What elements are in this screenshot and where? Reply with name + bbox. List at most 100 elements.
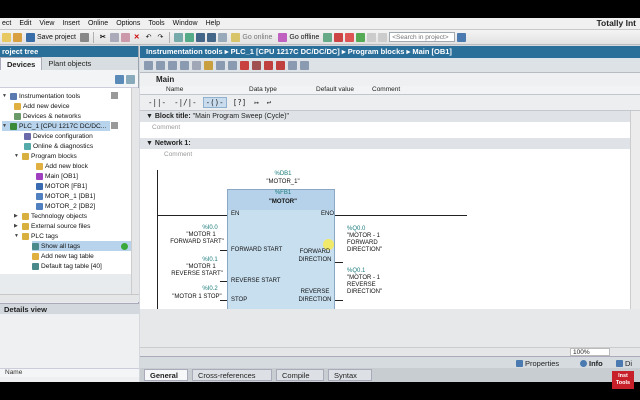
tree-item-add-new-tag-table[interactable]: Add new tag table: [32, 251, 94, 261]
tree-item-program-blocks[interactable]: ▼ Program blocks: [14, 151, 77, 161]
start-cpu-icon[interactable]: [356, 32, 366, 42]
upload-icon[interactable]: [207, 32, 217, 42]
monitor-icon[interactable]: [240, 60, 249, 70]
previous-error-icon[interactable]: [264, 60, 273, 70]
tab-general[interactable]: General: [144, 369, 188, 381]
zoom-icon[interactable]: [300, 60, 309, 70]
delete-network-icon[interactable]: [156, 60, 165, 70]
output-2-tag-line2: REVERSE: [347, 282, 376, 288]
editor-vertical-scrollbar[interactable]: [630, 111, 640, 309]
tab-devices[interactable]: Devices: [0, 57, 43, 70]
nc-contact-button[interactable]: -|/|-: [172, 98, 199, 107]
comment-icon[interactable]: [216, 60, 225, 70]
tree-item-instrumentation-tools[interactable]: ▼ Instrumentation tools: [2, 91, 80, 101]
menu-insert[interactable]: Insert: [60, 20, 86, 27]
status-icon: [111, 92, 118, 99]
tab-properties[interactable]: Properties: [516, 358, 559, 368]
details-view-header[interactable]: Details view: [0, 303, 139, 314]
open-project-icon[interactable]: [13, 32, 22, 42]
open-branch-button[interactable]: ↦: [252, 98, 261, 107]
menu-window[interactable]: Window: [171, 20, 204, 27]
go-online-button[interactable]: Go online: [229, 32, 274, 42]
tree-item-show-all-tags[interactable]: Show all tags: [32, 241, 132, 251]
copy-icon[interactable]: [109, 32, 119, 42]
accessible-devices-icon[interactable]: [323, 32, 333, 42]
undo-button[interactable]: ↶: [144, 33, 154, 41]
close-branch-button[interactable]: ↩: [265, 98, 274, 107]
tree-item-external-source-files[interactable]: ▶ External source files: [14, 221, 90, 231]
uncomment-icon[interactable]: [228, 60, 237, 70]
tab-syntax[interactable]: Syntax: [328, 369, 372, 381]
search-input[interactable]: [389, 32, 456, 42]
project-tree-title: roject tree: [0, 46, 138, 57]
menu-tools[interactable]: Tools: [146, 20, 170, 27]
tree-horizontal-scrollbar[interactable]: [0, 294, 139, 302]
coil-button[interactable]: -()-: [202, 97, 227, 108]
empty-box-button[interactable]: [?]: [231, 98, 249, 107]
input-2-tag-line2: REVERSE START": [171, 271, 223, 277]
tree-vertical-scrollbar[interactable]: [131, 88, 139, 294]
tree-item-device-configuration[interactable]: Device configuration: [24, 131, 93, 141]
tab-plant-objects[interactable]: Plant objects: [42, 57, 97, 70]
block-interface-icon[interactable]: [288, 60, 297, 70]
tree-item-add-new-device[interactable]: Add new device: [14, 101, 70, 111]
tab-info[interactable]: Info: [580, 358, 603, 368]
menu-options[interactable]: Options: [114, 20, 146, 27]
paste-icon[interactable]: [120, 32, 130, 42]
simulation-icon[interactable]: [218, 32, 228, 42]
no-contact-button[interactable]: -||-: [146, 98, 168, 107]
split-vertical-icon[interactable]: [378, 32, 388, 42]
tree-item-plc1[interactable]: ▼ PLC_1 [CPU 1217C DC/DC...: [2, 121, 110, 131]
redo-button[interactable]: ↷: [156, 33, 166, 41]
network-icon: [14, 112, 21, 120]
tab-diagnostics[interactable]: Di: [616, 358, 632, 368]
zoom-select[interactable]: 100%: [570, 348, 610, 356]
cut-button[interactable]: ✂: [98, 33, 108, 41]
goto-icon[interactable]: [252, 60, 261, 70]
tree-item-motor1-db1[interactable]: MOTOR_1 [DB1]: [36, 191, 95, 201]
tree-item-main-ob1[interactable]: Main [OB1]: [36, 171, 78, 181]
network-comment[interactable]: Comment: [140, 149, 630, 160]
open-networks-icon[interactable]: [168, 60, 177, 70]
cross-reference-icon[interactable]: [334, 32, 344, 42]
absolute-address-icon[interactable]: [192, 60, 201, 70]
menu-help[interactable]: Help: [204, 20, 226, 27]
tree-item-plc-tags[interactable]: ▼ PLC tags: [14, 231, 58, 241]
save-project-button[interactable]: Save project: [24, 32, 78, 42]
tree-item-motor-fb1[interactable]: MOTOR [FB1]: [36, 181, 87, 191]
ladder-editor[interactable]: ▼ Block title: "Main Program Sweep (Cycl…: [140, 111, 640, 309]
tab-cross-references[interactable]: Cross-references: [192, 369, 272, 381]
menu-online[interactable]: Online: [86, 20, 114, 27]
go-offline-button[interactable]: Go offline: [276, 32, 321, 42]
split-horizontal-icon[interactable]: [367, 32, 377, 42]
overview-icon[interactable]: [115, 75, 124, 84]
output-wire-2: [335, 300, 343, 301]
tree-item-motor2-db2[interactable]: MOTOR_2 [DB2]: [36, 201, 95, 211]
split-editor-icon[interactable]: [174, 32, 184, 42]
menu-view[interactable]: View: [37, 20, 60, 27]
insert-network-icon[interactable]: [144, 60, 153, 70]
tree-item-default-tag-table[interactable]: Default tag table [40]: [32, 261, 102, 271]
stop-cpu-icon[interactable]: [345, 32, 355, 42]
download-icon[interactable]: [196, 32, 206, 42]
new-project-icon[interactable]: [2, 32, 11, 42]
menu-project[interactable]: ect: [0, 20, 17, 27]
favorites-icon[interactable]: [204, 60, 213, 70]
tree-item-technology-objects[interactable]: ▶ Technology objects: [14, 211, 87, 221]
tree-item-online-diagnostics[interactable]: Online & diagnostics: [24, 141, 93, 151]
compile-icon[interactable]: [185, 32, 195, 42]
tree-item-add-new-block[interactable]: Add new block: [36, 161, 88, 171]
search-icon[interactable]: [457, 32, 467, 42]
delete-button[interactable]: ✕: [132, 33, 142, 41]
layout-icon[interactable]: [126, 75, 135, 84]
menu-edit[interactable]: Edit: [17, 20, 37, 27]
block-comment[interactable]: Comment: [140, 122, 630, 133]
close-networks-icon[interactable]: [180, 60, 189, 70]
network-1-header[interactable]: ▼ Network 1:: [140, 138, 630, 149]
block-title-bar[interactable]: ▼ Block title: "Main Program Sweep (Cycl…: [140, 111, 630, 122]
menu-bar: ect Edit View Insert Online Options Tool…: [0, 18, 640, 30]
tree-item-devices-networks[interactable]: Devices & networks: [14, 111, 81, 121]
tab-compile[interactable]: Compile: [276, 369, 324, 381]
next-error-icon[interactable]: [276, 60, 285, 70]
print-icon[interactable]: [79, 32, 89, 42]
